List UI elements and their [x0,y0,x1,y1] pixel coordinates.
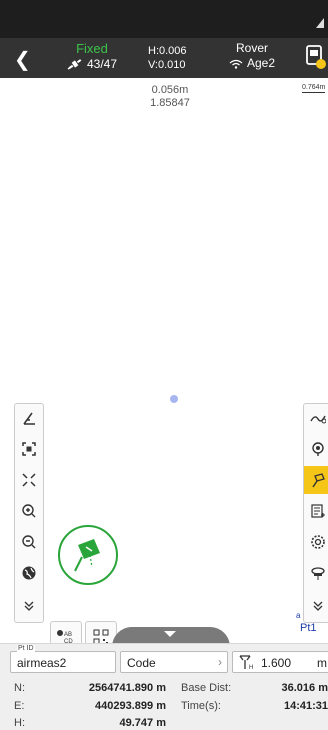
point-id-value: airmeas2 [17,656,67,670]
east-label: E: [14,700,25,712]
survey-rod-icon [312,473,325,488]
survey-pole-icon [74,539,100,572]
map-point-label: Pt1 [300,622,317,634]
time-label: Time(s): [181,700,221,712]
map-small-label: a [296,611,301,620]
settings-button[interactable] [304,528,328,556]
north-label: N: [14,682,25,694]
zoom-out-button[interactable] [15,528,43,556]
code-value: Code [127,656,156,670]
collapse-left-toolbar-button[interactable] [15,592,43,620]
collapse-icon [313,601,323,611]
receiver-icon [311,567,325,580]
zoom-fit-button[interactable] [15,466,43,494]
trend-tool-button[interactable] [304,404,328,432]
v-precision: V:0.010 [148,59,186,71]
satellite-count: 43/47 [86,57,118,71]
base-dist-label: Base Dist: [181,682,232,694]
zoom-in-icon [22,504,36,518]
zoom-in-button[interactable] [15,497,43,525]
north-value: 2564741.890 m [88,682,166,694]
zoom-fit-icon [22,473,36,487]
svg-text:H: H [249,665,253,670]
trend-icon [310,415,326,424]
satellite-icon [67,59,82,70]
east-value: 440293.899 m [95,700,166,712]
zoom-frame-icon [22,442,36,456]
antenna-height-icon: H [239,655,253,670]
map-readout: 0.056m 1.85847 [140,84,200,110]
chevron-right-icon: › [218,655,222,669]
globe-icon [22,566,36,580]
survey-tool-button[interactable] [304,466,328,494]
scale-bar: 0.764m [302,84,326,93]
right-tool-panel [303,403,328,623]
device-connection-icon[interactable] [305,44,327,70]
location-button[interactable] [304,435,328,463]
zoom-out-icon [22,535,36,549]
chevron-down-icon [164,631,176,637]
antenna-height-unit: m [317,656,327,670]
antenna-height-field[interactable]: H 1.600 m [232,651,328,673]
point-id-field[interactable]: Pt ID airmeas2 [10,645,116,673]
back-button[interactable]: ❮ [14,47,31,72]
receiver-button[interactable] [304,559,328,587]
precision-readout: H:0.006 V:0.010 [148,44,187,72]
time-value: 14:41:31 [283,700,328,712]
readout-value: 1.85847 [150,97,190,109]
basemap-button[interactable] [15,559,43,587]
layer-list-icon [311,504,325,518]
location-pin-icon [312,442,324,456]
height-value: 49.747 m [119,717,166,729]
zoom-frame-button[interactable] [15,435,43,463]
rover-status[interactable]: Rover Age2 [222,41,282,71]
collapse-icon [24,601,34,611]
survey-info-panel: Pt ID airmeas2 Code › H 1.600 m N: 25647… [0,643,328,730]
angle-icon [23,412,35,425]
mode-text: Rover [235,41,268,55]
readout-distance: 0.056m [151,84,189,96]
fix-state-text: Fixed [76,41,108,56]
code-field[interactable]: Code › [120,651,228,673]
layer-list-button[interactable] [304,497,328,525]
point-id-label: Pt ID [17,645,35,653]
system-status-bar [0,0,328,38]
base-dist-value: 36.016 m [281,682,328,694]
wifi-icon [229,59,243,69]
h-precision: H:0.006 [148,45,187,57]
height-label: H: [14,717,25,729]
top-toolbar: ❮ Fixed 43/47 H:0.006 V:0.010 Rover Age2 [0,38,328,78]
settings-icon [311,535,325,549]
signal-icon [316,18,324,28]
age-text: Age2 [246,56,276,70]
svg-text:AB: AB [64,632,72,638]
angle-tool-button[interactable] [15,404,43,432]
current-position-marker [170,395,178,403]
measure-point-button[interactable] [58,525,118,585]
fix-status[interactable]: Fixed 43/47 [62,41,122,72]
collapse-right-toolbar-button[interactable] [304,592,328,620]
antenna-height-value: 1.600 [261,656,292,670]
left-map-toolbar [14,403,44,623]
